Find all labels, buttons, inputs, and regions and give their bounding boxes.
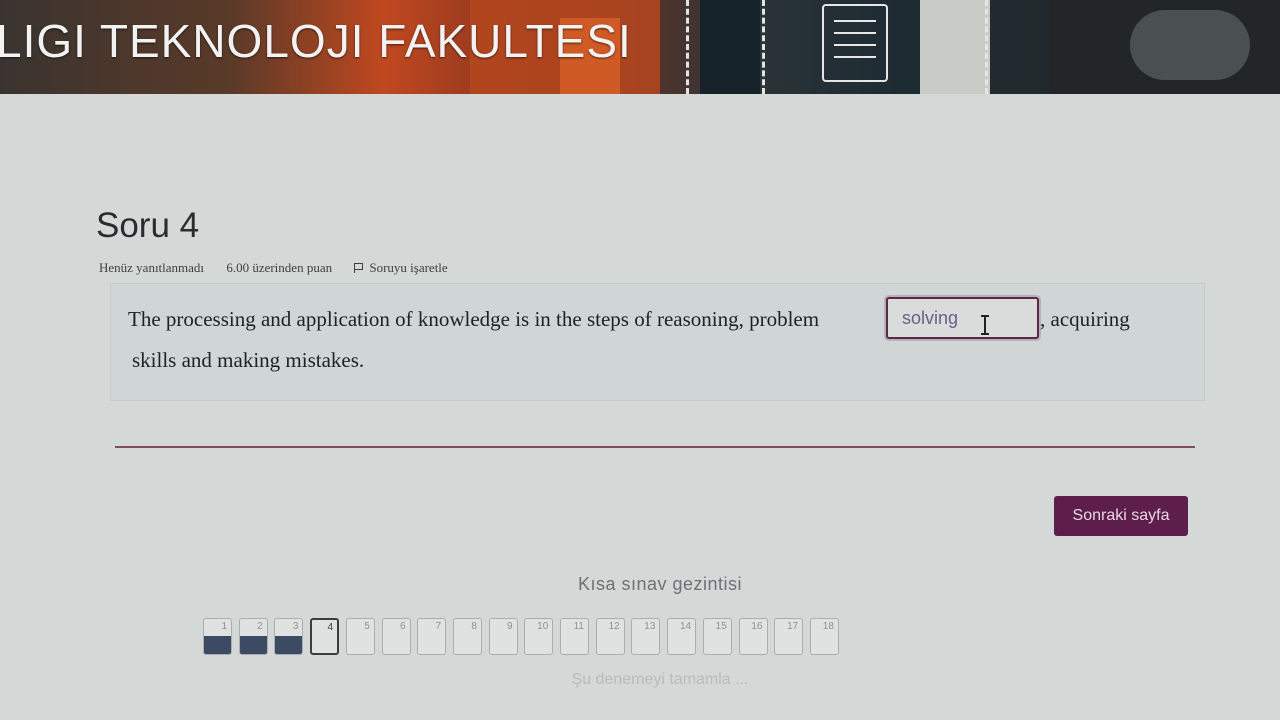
banner-decoration	[920, 0, 990, 94]
answer-input[interactable]	[886, 297, 1039, 339]
document-icon	[822, 4, 888, 82]
quiz-nav-button-4[interactable]: 4	[310, 618, 340, 655]
banner-dashed-line	[985, 0, 988, 94]
quiz-nav-button-17[interactable]: 17	[774, 618, 804, 655]
question-content	[110, 283, 1205, 401]
question-title: Soru 4	[96, 206, 200, 245]
text-cursor-icon	[981, 315, 989, 335]
quiz-nav-button-7[interactable]: 7	[417, 618, 447, 655]
quiz-nav-button-8[interactable]: 8	[452, 618, 482, 655]
next-page-button[interactable]: Sonraki sayfa	[1054, 496, 1188, 536]
banner-decoration	[1130, 10, 1250, 80]
banner-dashed-line	[686, 0, 689, 94]
question-points: 6.00 üzerinden puan	[226, 260, 333, 275]
banner-dashed-line	[762, 0, 765, 94]
quiz-nav-button-1[interactable]: 1	[203, 618, 232, 655]
flag-icon	[354, 263, 364, 273]
quiz-nav-button-13[interactable]: 13	[631, 618, 661, 655]
question-text-line2: skills and making mistakes.	[132, 348, 365, 372]
question-text-before: The processing and application of knowle…	[128, 307, 820, 331]
quiz-nav-button-5[interactable]: 5	[345, 618, 375, 655]
question-status: Henüz yanıtlanmadı	[99, 260, 205, 275]
quiz-nav-button-3[interactable]: 3	[274, 618, 304, 655]
banner-decoration	[700, 0, 760, 94]
quiz-navigation-title: Kısa sınav gezintisi	[577, 574, 743, 594]
question-text-after: , acquiring	[1040, 307, 1130, 331]
quiz-nav-button-14[interactable]: 14	[667, 618, 697, 655]
quiz-nav-button-16[interactable]: 16	[738, 618, 768, 655]
quiz-nav-button-9[interactable]: 9	[488, 618, 518, 655]
flag-question-label: Soruyu işaretle	[369, 260, 448, 275]
quiz-nav-button-12[interactable]: 12	[595, 618, 625, 655]
header-banner: LIGI TEKNOLOJI FAKULTESI	[0, 0, 1280, 94]
quiz-nav-button-11[interactable]: 11	[560, 618, 589, 655]
section-divider	[115, 446, 1195, 448]
finish-attempt-link[interactable]: Şu denemeyi tamamla ...	[0, 671, 1280, 689]
quiz-nav-button-2[interactable]: 2	[238, 618, 268, 655]
quiz-nav-button-18[interactable]: 18	[809, 618, 839, 655]
quiz-nav-button-10[interactable]: 10	[524, 618, 554, 655]
quiz-nav-button-15[interactable]: 15	[702, 618, 732, 655]
question-info: Henüz yanıtlanmadı 6.00 üzerinden puan S…	[99, 260, 486, 276]
flag-question-link[interactable]: Soruyu işaretle	[354, 260, 466, 275]
site-title: LIGI TEKNOLOJI FAKULTESI	[0, 15, 632, 67]
quiz-nav-button-6[interactable]: 6	[381, 618, 411, 655]
